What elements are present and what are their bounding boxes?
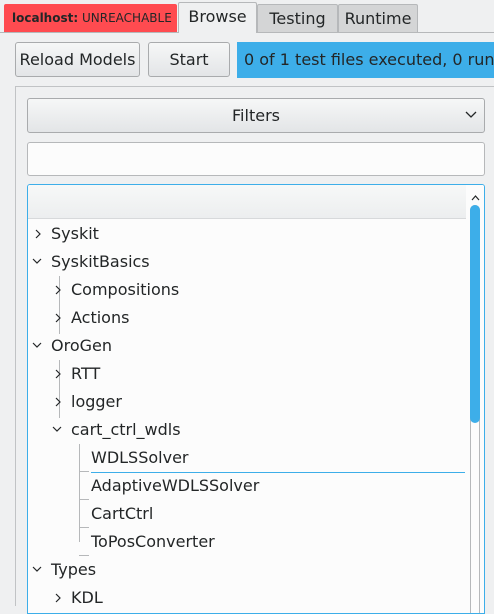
tree-item-label: OroGen <box>51 336 112 355</box>
tree-guide-branch <box>79 499 89 500</box>
tree-item-label: RTT <box>71 364 101 383</box>
host-status-badge: localhost: UNREACHABLE <box>4 4 177 32</box>
tree-item-label: ToPosConverter <box>91 532 215 551</box>
chevron-down-icon[interactable] <box>32 332 42 360</box>
chevron-down-icon[interactable] <box>32 556 42 584</box>
tree-item-label: Syskit <box>51 224 99 243</box>
start-button[interactable]: Start <box>148 42 230 77</box>
filters-label: Filters <box>232 106 280 125</box>
tree-guide-branch <box>79 471 89 472</box>
chevron-down-icon[interactable] <box>32 248 42 276</box>
tab-bar: localhost: UNREACHABLE Browse Testing Ru… <box>0 0 494 33</box>
chevron-down-icon <box>464 99 478 132</box>
tree-item-label: CartCtrl <box>91 504 154 523</box>
host-name: localhost: <box>12 11 79 25</box>
tree-item-label: SyskitBasics <box>51 252 150 271</box>
chevron-down-icon[interactable] <box>52 416 62 444</box>
tree-guide-branch <box>79 527 89 528</box>
tree-item-label: KDL <box>71 588 103 607</box>
scroll-up-icon[interactable] <box>470 189 481 201</box>
reload-models-button[interactable]: Reload Models <box>15 42 140 77</box>
tab-browse[interactable]: Browse <box>178 2 257 33</box>
chevron-right-icon[interactable] <box>54 304 64 332</box>
tree-item-label: AdaptiveWDLSSolver <box>91 476 260 495</box>
tree-item-label: cart_ctrl_wdls <box>71 420 181 439</box>
tree-header <box>28 185 466 219</box>
tab-runtime[interactable]: Runtime <box>338 4 418 32</box>
chevron-right-icon[interactable] <box>54 276 64 304</box>
tree-item-label: Compositions <box>71 280 180 299</box>
tree-item-label: Actions <box>71 308 130 327</box>
tab-testing[interactable]: Testing <box>257 4 338 32</box>
chevron-right-icon[interactable] <box>54 584 64 612</box>
tree-item-adaptivewdlssolver[interactable]: AdaptiveWDLSSolver <box>91 472 259 500</box>
test-status-bar: 0 of 1 test files executed, 0 runs, 0 <box>237 42 494 78</box>
filter-search-input[interactable] <box>27 142 485 176</box>
tree-item-label: logger <box>71 392 122 411</box>
filters-dropdown[interactable]: Filters <box>27 98 485 133</box>
tree-item-toposconverter[interactable]: ToPosConverter <box>91 528 215 556</box>
scroll-thumb[interactable] <box>470 205 480 423</box>
chevron-right-icon[interactable] <box>54 360 64 388</box>
tree-item-label: WDLSSolver <box>91 448 189 467</box>
tree-item-wdlssolver[interactable]: WDLSSolver <box>91 444 465 473</box>
chevron-right-icon[interactable] <box>54 388 64 416</box>
model-tree[interactable]: Syskit SyskitBasics Compositions Actions… <box>27 184 485 614</box>
tree-scrollbar[interactable] <box>467 185 484 613</box>
chevron-right-icon[interactable] <box>34 220 44 248</box>
tree-item-cartctrl[interactable]: CartCtrl <box>91 500 153 528</box>
host-state: UNREACHABLE <box>81 11 172 25</box>
tree-item-label: Types <box>51 560 97 579</box>
